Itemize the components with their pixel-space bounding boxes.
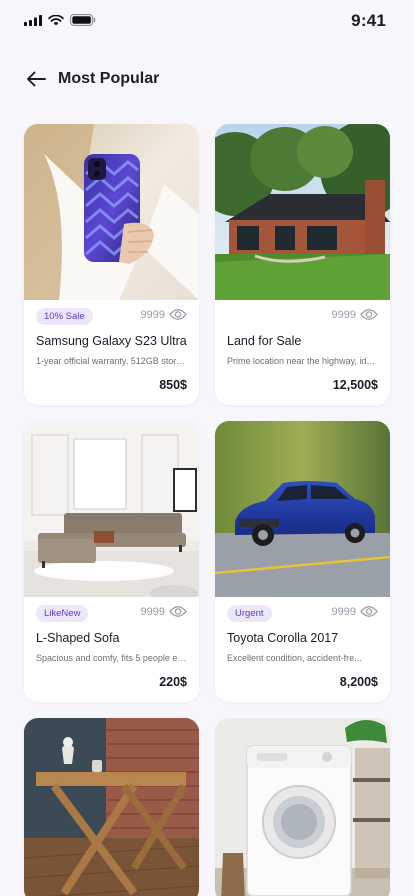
product-price: 12,500$ <box>332 378 378 392</box>
battery-icon <box>70 14 96 26</box>
view-count: 9999 <box>141 308 187 321</box>
product-grid: 10% Sale 9999 Samsung Galaxy S23 Ultra 1… <box>24 124 390 896</box>
status-time: 9:41 <box>351 11 386 30</box>
product-title: Land for Sale <box>227 334 302 348</box>
view-count-text: 9999 <box>140 308 165 321</box>
eye-icon <box>360 309 378 320</box>
back-button[interactable] <box>24 67 48 91</box>
view-count-text: 9999 <box>331 605 356 618</box>
product-card[interactable]: LikeNew 9999 L-Shaped Sofa Spacious and … <box>24 421 199 702</box>
product-title: Samsung Galaxy S23 Ultra <box>36 334 187 348</box>
badge-label: 10% Sale <box>36 308 93 325</box>
product-price: 220$ <box>159 675 187 689</box>
product-description: Spacious and comfy, fits 5 people easily… <box>36 653 187 663</box>
eye-icon <box>169 606 187 617</box>
status-bar: 9:41 <box>0 0 414 44</box>
signal-icon <box>24 14 42 26</box>
view-count-text: 9999 <box>140 605 165 618</box>
product-image <box>24 718 199 896</box>
badge-label: Urgent <box>227 605 272 622</box>
view-count: 9999 <box>332 308 378 321</box>
product-image <box>215 718 390 896</box>
view-count-text: 9999 <box>331 308 356 321</box>
product-price: 8,200$ <box>339 675 378 689</box>
product-title: Toyota Corolla 2017 <box>227 631 339 645</box>
product-description: 1-year official warranty, 512GB storage.… <box>36 356 187 366</box>
product-description: Excellent condition, accident-fre... <box>227 653 362 663</box>
product-card[interactable] <box>215 718 390 896</box>
product-card[interactable] <box>24 718 199 896</box>
product-title: L-Shaped Sofa <box>36 631 120 645</box>
status-icons <box>24 14 96 26</box>
product-card[interactable]: Urgent 9999 Toyota Corolla 2017 Excellen… <box>215 421 390 702</box>
arrow-left-icon <box>27 71 46 87</box>
product-description: Prime location near the highway, ideal f… <box>227 356 378 366</box>
view-count: 9999 <box>141 605 187 618</box>
page-title: Most Popular <box>58 70 160 87</box>
product-card[interactable]: 9999 Land for Sale Prime location near t… <box>215 124 390 405</box>
product-card[interactable]: 10% Sale 9999 Samsung Galaxy S23 Ultra 1… <box>24 124 199 405</box>
view-count: 9999 <box>332 605 378 618</box>
eye-icon <box>360 606 378 617</box>
eye-icon <box>169 309 187 320</box>
product-image <box>24 124 199 300</box>
product-image <box>215 421 390 597</box>
product-image <box>24 421 199 597</box>
product-price: 850$ <box>159 378 187 392</box>
wifi-icon <box>48 14 64 25</box>
page-header: Most Popular <box>24 66 159 92</box>
product-image <box>215 124 390 300</box>
badge-label: LikeNew <box>36 605 89 622</box>
